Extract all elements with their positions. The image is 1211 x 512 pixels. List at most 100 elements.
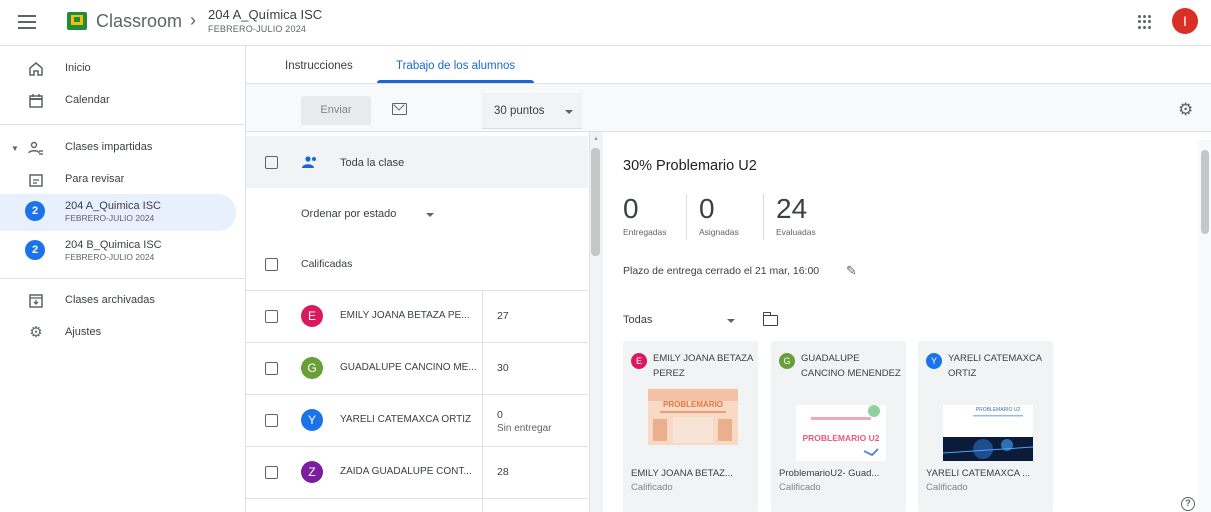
group-icon — [302, 156, 316, 168]
tab-student-work[interactable]: Trabajo de los alumnos — [396, 60, 515, 72]
class-badge: 2 — [25, 201, 45, 221]
grade-value[interactable]: 30 — [497, 362, 509, 374]
row-checkbox[interactable] — [265, 310, 278, 323]
file-thumbnail[interactable]: PROBLEMARIO U2 — [943, 405, 1033, 461]
avatar: G — [301, 357, 323, 379]
table-row[interactable]: Z ZAIDA GUADALUPE CONT... 28 — [246, 446, 588, 499]
stat-divider — [763, 194, 764, 240]
sidebar-item-label: Inicio — [65, 62, 91, 74]
select-all-checkbox[interactable] — [265, 156, 278, 169]
class-title[interactable]: 204 A_Química ISC — [208, 7, 322, 22]
row-checkbox[interactable] — [265, 466, 278, 479]
google-apps-icon[interactable] — [1138, 15, 1152, 29]
thumb-title: PROBLEMARIO U2 — [803, 433, 880, 443]
tab-instructions[interactable]: Instrucciones — [285, 60, 353, 72]
folder-icon[interactable] — [762, 312, 778, 326]
row-checkbox[interactable] — [265, 414, 278, 427]
points-value: 30 puntos — [494, 105, 545, 117]
submission-card[interactable]: G GUADALUPE CANCINO MENENDEZ PROBLEMARIO… — [771, 341, 906, 512]
chevron-down-icon[interactable] — [426, 213, 434, 217]
sidebar-item-class-204b[interactable]: 2 204 B_Quimica ISC FEBRERO-JULIO 2024 — [0, 233, 236, 270]
grade-cell[interactable]: 0 Sin entregar — [497, 409, 551, 435]
chevron-down-icon[interactable] — [727, 319, 735, 323]
chevron-down-icon — [565, 110, 573, 114]
status-label: Calificado — [779, 482, 821, 493]
calendar-icon — [29, 94, 43, 108]
detail-scroll-thumb[interactable] — [1201, 150, 1209, 234]
account-avatar[interactable]: I — [1172, 8, 1198, 34]
all-class-label: Toda la clase — [340, 157, 405, 169]
sidebar-item-classes-taught[interactable]: ▼ Clases impartidas — [0, 130, 236, 166]
stat-divider — [686, 194, 687, 240]
sidebar-item-archived[interactable]: Clases archivadas — [0, 283, 236, 319]
graded-checkbox[interactable] — [265, 258, 278, 271]
class-name: 204 A_Quimica ISC — [65, 200, 161, 212]
turned-in-count: 0 — [623, 193, 639, 224]
classroom-logo-icon[interactable] — [67, 12, 87, 30]
grade-value: 0 — [497, 409, 503, 421]
card-student-name: YARELI CATEMAXCA ORTIZ — [948, 353, 1042, 379]
sidebar-item-home[interactable]: Inicio — [0, 51, 236, 87]
sort-by-select[interactable]: Ordenar por estado — [301, 208, 396, 220]
table-row[interactable]: G GUADALUPE CANCINO ME... 30 — [246, 342, 588, 395]
sidebar-item-class-204a[interactable]: 2 204 A_Quimica ISC FEBRERO-JULIO 2024 — [0, 194, 236, 231]
file-thumbnail[interactable]: PROBLEMARIO U2 — [796, 405, 886, 461]
submission-card[interactable]: Y YARELI CATEMAXCA ORTIZ PROBLEMARIO U2 … — [918, 341, 1053, 512]
thumb-title: PROBLEMARIO U2 — [976, 407, 1021, 413]
sidebar-item-label: Calendar — [65, 94, 110, 106]
submission-card[interactable]: E EMILY JOANA BETAZA PEREZ PROBLEMARIO E… — [623, 341, 758, 512]
sidebar-item-label: Clases impartidas — [65, 141, 153, 153]
table-row[interactable] — [246, 498, 588, 512]
row-checkbox[interactable] — [265, 362, 278, 375]
app-title[interactable]: Classroom — [96, 11, 182, 32]
email-icon[interactable] — [392, 103, 407, 115]
file-title[interactable]: EMILY JOANA BETAZ... — [631, 468, 733, 479]
graded-count: 24 — [776, 193, 808, 224]
avatar: Y — [301, 409, 323, 431]
deadline-text: Plazo de entrega cerrado el 21 mar, 16:0… — [623, 265, 820, 277]
avatar: Y — [926, 353, 942, 369]
main-menu-icon[interactable] — [18, 15, 36, 29]
file-thumbnail[interactable]: PROBLEMARIO — [648, 389, 738, 445]
status-label: Calificado — [926, 482, 968, 493]
assigned-label: Asignadas — [699, 227, 739, 237]
filter-select[interactable]: Todas — [623, 314, 652, 326]
scroll-up-icon[interactable]: ▲ — [593, 136, 599, 142]
expand-caret-icon[interactable]: ▼ — [11, 144, 19, 153]
sidebar-item-label: Clases archivadas — [65, 294, 155, 306]
column-divider — [482, 343, 483, 395]
send-button[interactable]: Enviar — [301, 96, 371, 125]
thumb-title: PROBLEMARIO — [663, 400, 723, 409]
table-row[interactable]: Y YARELI CATEMAXCA ORTIZ 0 Sin entregar — [246, 394, 588, 447]
help-icon[interactable]: ? — [1181, 497, 1195, 511]
select-all-row[interactable]: Toda la clase — [246, 136, 588, 188]
file-title[interactable]: ProblemarioU2- Guad... — [779, 468, 879, 479]
card-student-name: GUADALUPE CANCINO MENENDEZ — [801, 353, 901, 379]
avatar: Z — [301, 461, 323, 483]
turned-in-label: Entregadas — [623, 227, 667, 237]
column-divider — [482, 447, 483, 499]
settings-gear-icon[interactable]: ⚙ — [1178, 100, 1193, 120]
sidebar-divider — [0, 124, 246, 125]
file-title[interactable]: YARELI CATEMAXCA ... — [926, 468, 1030, 479]
edit-pencil-icon[interactable]: ✎ — [846, 263, 857, 279]
points-select[interactable]: 30 puntos — [482, 93, 582, 129]
sidebar-item-calendar[interactable]: Calendar — [0, 83, 236, 119]
class-term: FEBRERO-JULIO 2024 — [65, 213, 155, 223]
list-scroll-thumb[interactable] — [591, 148, 600, 256]
sidebar-divider — [0, 278, 246, 279]
assignment-title: 30% Problemario U2 — [623, 158, 757, 174]
sidebar-item-to-review[interactable]: Para revisar — [0, 162, 236, 198]
graded-section-label: Calificadas — [301, 258, 353, 270]
class-subtitle: FEBRERO-JULIO 2024 — [208, 24, 307, 34]
sidebar-item-settings[interactable]: ⚙ Ajustes — [0, 315, 236, 351]
grade-value[interactable]: 28 — [497, 466, 509, 478]
graded-label: Evaluadas — [776, 227, 816, 237]
grade-value[interactable]: 27 — [497, 310, 509, 322]
sidebar-item-label: Para revisar — [65, 173, 125, 185]
archive-icon — [29, 294, 43, 308]
sidebar-item-label: Ajustes — [65, 326, 102, 338]
status-label: Calificado — [631, 482, 673, 493]
active-tab-indicator — [377, 80, 534, 83]
table-row[interactable]: E EMILY JOANA BETAZA PE... 27 — [246, 290, 588, 343]
